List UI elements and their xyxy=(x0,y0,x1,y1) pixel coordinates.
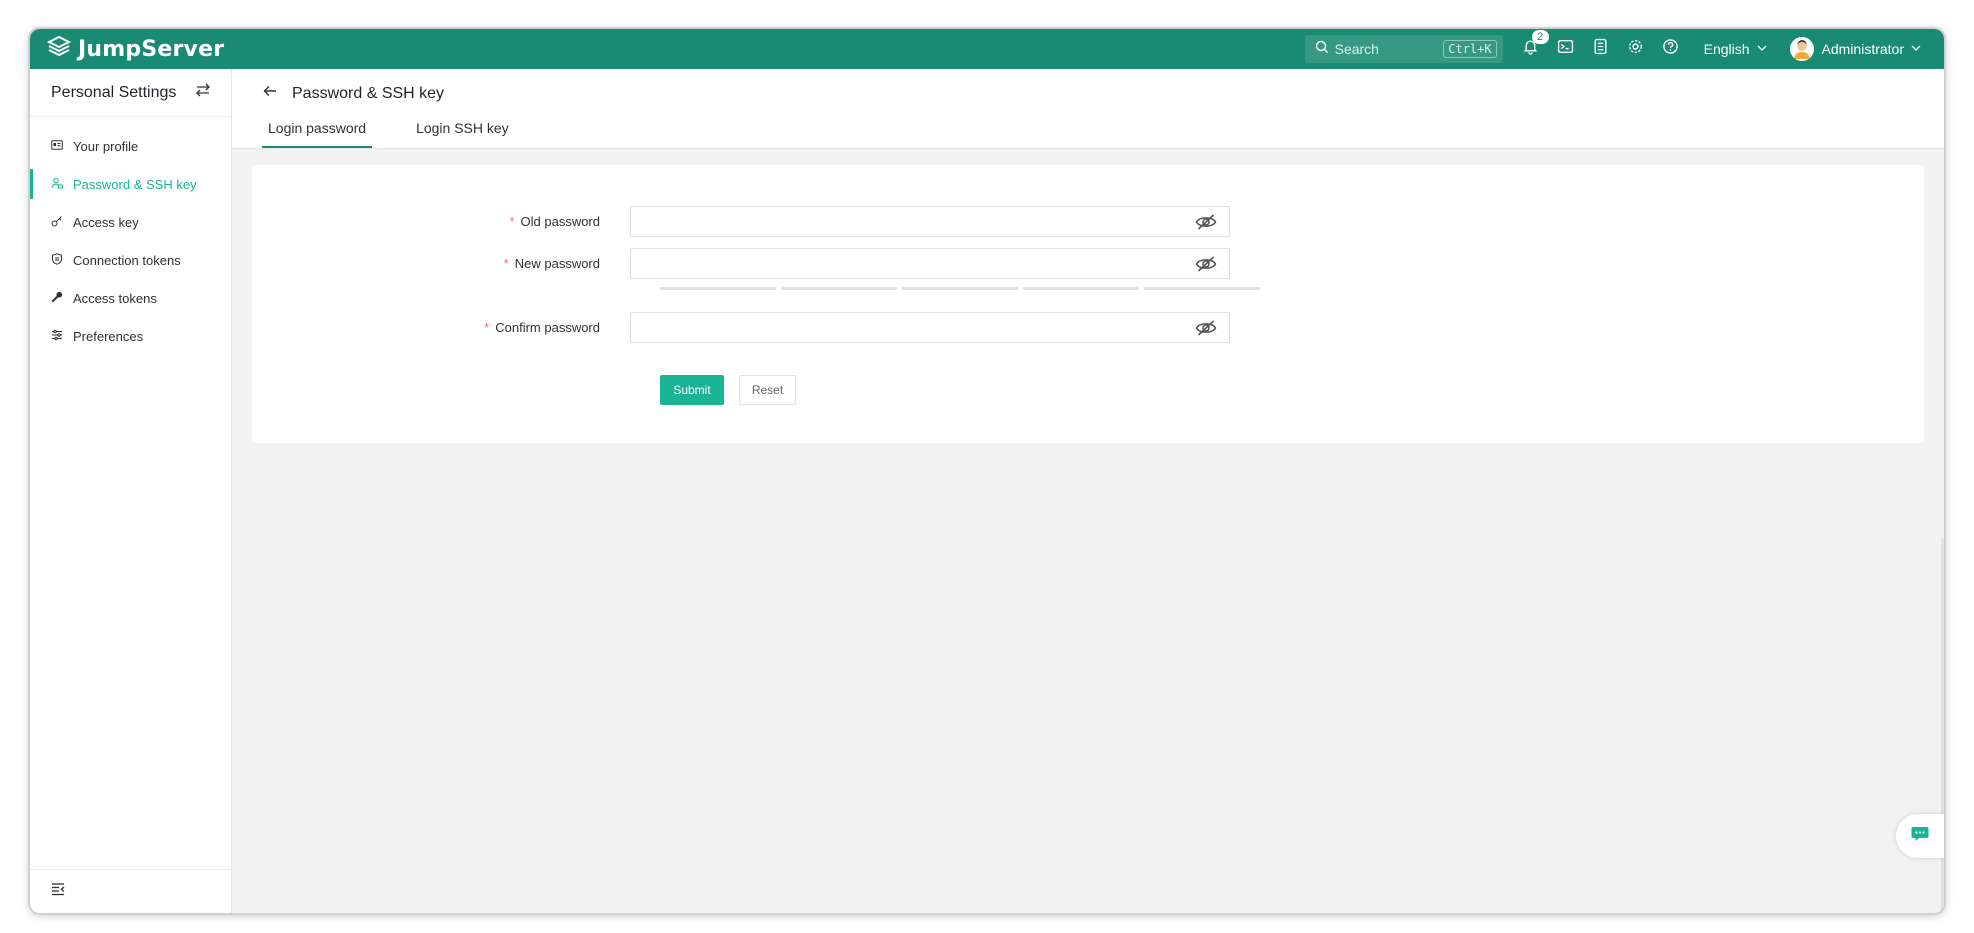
old-password-label-text: Old password xyxy=(520,214,600,229)
sidebar: Personal Settings Your profile Password … xyxy=(30,69,232,913)
shield-icon xyxy=(51,252,73,268)
sidebar-item-your-profile[interactable]: Your profile xyxy=(30,127,231,165)
sidebar-item-access-tokens[interactable]: Access tokens xyxy=(30,279,231,317)
new-password-field[interactable] xyxy=(630,248,1230,279)
sidebar-menu: Your profile Password & SSH key Access k… xyxy=(30,117,231,355)
back-arrow-icon[interactable] xyxy=(262,83,292,104)
document-list-icon xyxy=(1592,38,1609,60)
main-content: Password & SSH key Login password Login … xyxy=(232,69,1944,913)
eye-slash-icon[interactable] xyxy=(1195,255,1217,273)
user-lock-icon xyxy=(51,177,73,192)
old-password-field[interactable] xyxy=(630,206,1230,237)
avatar xyxy=(1789,37,1814,61)
sidebar-item-label: Access tokens xyxy=(73,290,157,306)
brand-logo[interactable]: JumpServer xyxy=(46,34,224,65)
settings-button[interactable] xyxy=(1626,39,1646,59)
eye-slash-icon[interactable] xyxy=(1195,319,1217,337)
sidebar-item-label: Connection tokens xyxy=(73,252,181,268)
tab-bar: Login password Login SSH key xyxy=(262,120,555,148)
strength-segment xyxy=(1023,287,1139,290)
user-menu[interactable]: Administrator xyxy=(1789,37,1922,61)
brand-name: JumpServer xyxy=(78,36,225,62)
sidebar-title: Personal Settings xyxy=(51,83,177,101)
sidebar-item-preferences[interactable]: Preferences xyxy=(30,317,231,355)
strength-segment xyxy=(781,287,897,290)
submit-button[interactable]: Submit xyxy=(660,375,724,405)
chat-assistant-button[interactable] xyxy=(1896,814,1944,858)
top-navbar: JumpServer Search Ctrl+K 2 English Admin… xyxy=(30,29,1944,69)
new-password-row: * New password xyxy=(252,248,1230,279)
sidebar-item-label: Password & SSH key xyxy=(73,176,197,192)
required-asterisk: * xyxy=(509,214,515,229)
jumpserver-logo-icon xyxy=(46,34,72,65)
password-strength-meter xyxy=(660,287,1260,290)
question-circle-icon xyxy=(1662,38,1679,60)
key-icon xyxy=(51,215,73,230)
notification-badge: 2 xyxy=(1531,30,1549,44)
search-shortcut-hint: Ctrl+K xyxy=(1443,40,1497,58)
web-terminal-button[interactable] xyxy=(1556,39,1576,59)
gear-icon xyxy=(1627,38,1644,60)
search-placeholder: Search xyxy=(1334,41,1379,57)
strength-segment xyxy=(902,287,1018,290)
sidebar-item-connection-tokens[interactable]: Connection tokens xyxy=(30,241,231,279)
strength-segment xyxy=(1144,287,1260,290)
sidebar-item-access-key[interactable]: Access key xyxy=(30,203,231,241)
old-password-row: * Old password xyxy=(252,206,1230,237)
confirm-password-row: * Confirm password xyxy=(252,312,1230,343)
sidebar-header: Personal Settings xyxy=(30,69,231,117)
chevron-down-icon xyxy=(1750,41,1768,57)
help-button[interactable] xyxy=(1661,39,1681,59)
sidebar-item-label: Access key xyxy=(73,214,139,230)
eye-slash-icon[interactable] xyxy=(1195,213,1217,231)
app-window: JumpServer Search Ctrl+K 2 English Admin… xyxy=(30,29,1944,913)
chat-bubble-icon xyxy=(1910,824,1930,849)
search-icon xyxy=(1315,40,1329,59)
tab-login-ssh-key[interactable]: Login SSH key xyxy=(416,120,509,148)
sliders-icon xyxy=(51,329,73,344)
sidebar-item-label: Your profile xyxy=(73,138,139,154)
confirm-password-label: * Confirm password xyxy=(252,320,630,335)
user-name: Administrator xyxy=(1821,41,1904,57)
confirm-password-label-text: Confirm password xyxy=(495,320,600,335)
new-password-label: * New password xyxy=(252,256,630,271)
old-password-label: * Old password xyxy=(252,214,630,229)
switch-view-icon[interactable] xyxy=(195,82,211,103)
chevron-down-icon xyxy=(1904,41,1922,57)
reset-button[interactable]: Reset xyxy=(739,375,796,405)
profile-card-icon xyxy=(51,139,73,154)
terminal-icon xyxy=(1557,38,1574,60)
notifications-button[interactable]: 2 xyxy=(1521,30,1549,59)
new-password-label-text: New password xyxy=(514,256,600,271)
tickets-button[interactable] xyxy=(1591,38,1611,60)
required-asterisk: * xyxy=(503,256,509,271)
page-header: Password & SSH key Login password Login … xyxy=(232,69,1944,149)
tab-login-password[interactable]: Login password xyxy=(262,120,373,148)
language-selector[interactable]: English xyxy=(1704,41,1768,57)
required-asterisk: * xyxy=(484,320,490,335)
sidebar-collapse-toggle[interactable] xyxy=(30,869,231,913)
collapse-menu-icon xyxy=(50,881,66,902)
page-title: Password & SSH key xyxy=(292,84,445,102)
global-search[interactable]: Search Ctrl+K xyxy=(1304,35,1503,63)
language-label: English xyxy=(1703,41,1750,57)
password-form-card: * Old password * New password * Confirm … xyxy=(252,165,1924,443)
confirm-password-field[interactable] xyxy=(630,312,1230,343)
strength-segment xyxy=(660,287,776,290)
sidebar-item-label: Preferences xyxy=(73,328,144,344)
sidebar-item-password-ssh-key[interactable]: Password & SSH key xyxy=(30,165,231,203)
wrench-key-icon xyxy=(51,291,73,306)
